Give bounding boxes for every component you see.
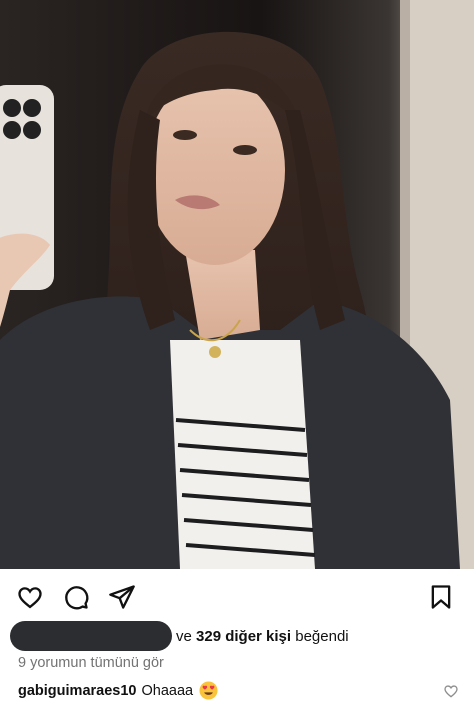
like-button[interactable] — [15, 582, 45, 612]
comment-text: Ohaaaa — [141, 682, 194, 699]
paper-plane-icon — [109, 585, 135, 609]
likes-count[interactable]: 329 diğer kişi — [196, 628, 291, 645]
share-button[interactable] — [107, 582, 137, 612]
redacted-liker-name — [10, 621, 172, 651]
post-action-bar — [0, 578, 474, 616]
likes-connector: ve — [176, 627, 192, 645]
post-photo[interactable] — [0, 0, 474, 569]
bookmark-icon — [431, 585, 451, 609]
likes-summary[interactable]: ve 329 diğer kişi beğendi — [10, 621, 349, 651]
comment-like-heart-icon[interactable] — [443, 683, 459, 699]
heart-icon — [18, 587, 42, 609]
comment-username[interactable]: gabiguimaraes10 — [18, 683, 136, 699]
heart-eyes-emoji-icon — [199, 681, 218, 700]
view-all-comments-link[interactable]: 9 yorumun tümünü gör — [18, 655, 164, 671]
mirror-selfie-image — [0, 0, 474, 569]
comment-row: gabiguimaraes10 Ohaaaa — [18, 681, 218, 700]
save-button[interactable] — [426, 582, 456, 612]
likes-suffix: beğendi — [295, 627, 349, 645]
comment-button[interactable] — [61, 582, 91, 612]
comment-bubble-icon — [65, 586, 89, 610]
